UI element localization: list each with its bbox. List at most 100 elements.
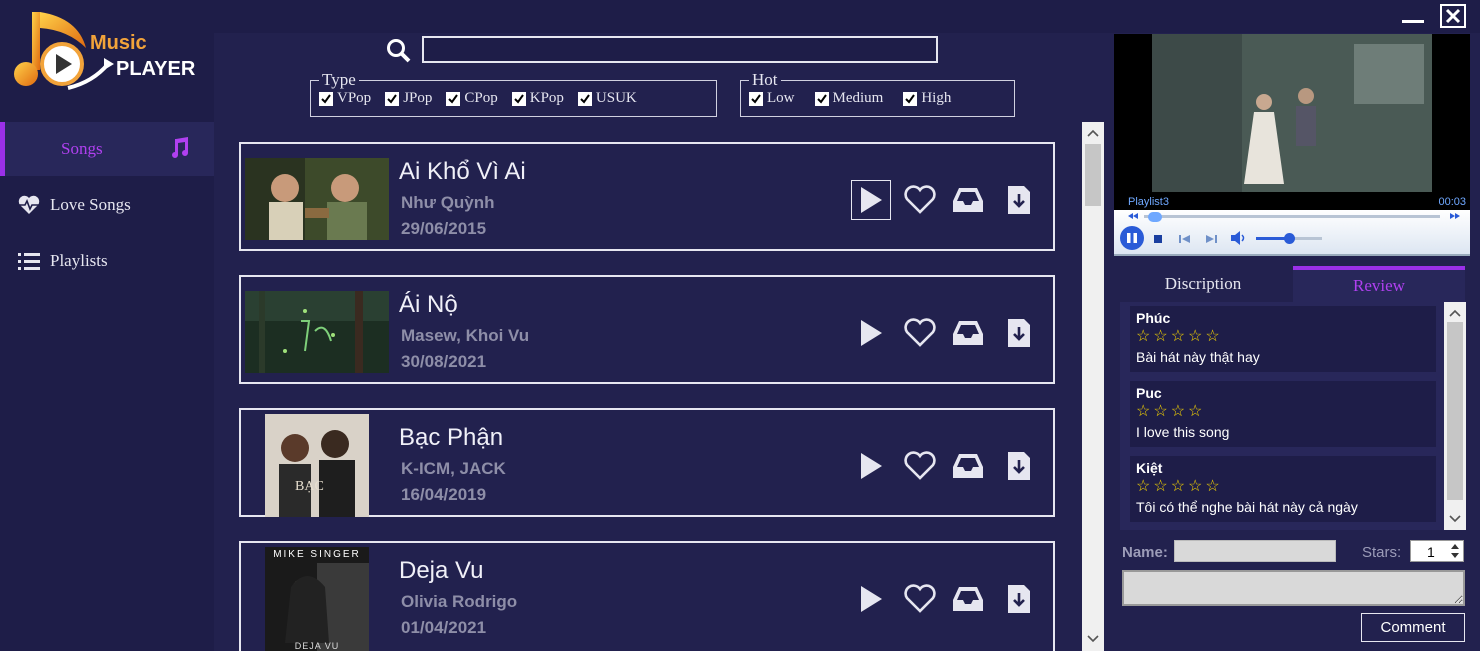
logo-text-music: Music	[90, 32, 147, 54]
song-card[interactable]: MIKE SINGER DEJA VU Deja Vu Olivia Rodri…	[239, 541, 1055, 651]
volume-button[interactable]	[1230, 230, 1248, 251]
song-card[interactable]: Ai Khổ Vì Ai Như Quỳnh 29/06/2015	[239, 142, 1055, 251]
close-button[interactable]	[1440, 4, 1466, 28]
heart-icon	[904, 451, 936, 480]
sidebar-item-love-songs[interactable]: Love Songs	[0, 178, 214, 232]
next-button[interactable]	[1204, 232, 1218, 250]
checkbox-usuk[interactable]: USUK	[577, 90, 637, 107]
favorite-button[interactable]	[900, 446, 940, 486]
song-list-scrollbar[interactable]	[1082, 122, 1104, 651]
heart-pulse-icon	[18, 195, 40, 215]
pause-button[interactable]	[1120, 226, 1144, 250]
comment-input[interactable]	[1122, 570, 1465, 606]
review-item: Kiệt ☆☆☆☆☆ Tôi có thể nghe bài hát này c…	[1130, 456, 1436, 522]
tab-label: Discription	[1164, 274, 1242, 293]
title-bar	[214, 0, 1480, 33]
download-button[interactable]	[999, 579, 1039, 619]
review-comment: Tôi có thể nghe bài hát này cả ngày	[1136, 499, 1358, 515]
checkbox-vpop[interactable]: VPop	[319, 90, 371, 107]
tab-label: Review	[1353, 276, 1405, 295]
sidebar-item-label: Love Songs	[50, 195, 131, 214]
checkbox-label: Medium	[832, 90, 884, 106]
checkbox-kpop[interactable]: KPop	[511, 90, 564, 107]
play-button[interactable]	[851, 446, 891, 486]
stop-icon	[1154, 235, 1162, 243]
tab-review[interactable]: Review	[1293, 266, 1465, 302]
check-icon	[749, 91, 763, 106]
spinner-arrows-icon[interactable]	[1448, 541, 1462, 561]
logo-text-player: PLAYER	[116, 58, 196, 80]
hot-filter-group: Hot Low Medium High	[740, 70, 1015, 117]
sidebar-item-label: Songs	[61, 139, 103, 158]
download-button[interactable]	[999, 180, 1039, 220]
stars-stepper[interactable]: 1	[1410, 540, 1464, 562]
review-list-scrollbar[interactable]	[1444, 302, 1466, 530]
seek-slider[interactable]	[1148, 212, 1162, 222]
checkbox-low[interactable]: Low	[749, 90, 795, 107]
sidebar-item-songs[interactable]: Songs	[0, 122, 214, 176]
inbox-icon	[953, 454, 983, 478]
add-to-playlist-button[interactable]	[948, 313, 988, 353]
music-note-icon	[167, 136, 191, 165]
favorite-button[interactable]	[900, 180, 940, 220]
checkbox-medium[interactable]: Medium	[814, 90, 884, 107]
pause-icon	[1127, 233, 1137, 243]
search-input[interactable]	[422, 36, 938, 63]
check-icon	[577, 91, 592, 106]
review-stars: ☆☆☆☆	[1136, 403, 1206, 420]
song-title: Deja Vu	[399, 557, 484, 584]
playlist-name: Playlist3	[1128, 196, 1169, 208]
song-card[interactable]: Ái Nộ Masew, Khoi Vu 30/08/2021	[239, 275, 1055, 384]
play-button[interactable]	[851, 180, 891, 220]
heart-icon	[904, 584, 936, 613]
type-filter-group: Type VPop JPop CPop KPop USUK	[310, 70, 717, 117]
song-thumbnail	[245, 291, 389, 373]
checkbox-label: KPop	[529, 90, 564, 106]
volume-knob[interactable]	[1284, 233, 1295, 244]
name-input[interactable]	[1174, 540, 1336, 562]
review-item: Puc ☆☆☆☆ I love this song	[1130, 381, 1436, 447]
checkbox-label: CPop	[464, 90, 498, 106]
checkbox-label: High	[921, 90, 952, 106]
minimize-button[interactable]	[1400, 4, 1426, 28]
play-button[interactable]	[851, 579, 891, 619]
checkbox-cpop[interactable]: CPop	[446, 90, 498, 107]
song-title: Bạc Phận	[399, 424, 504, 451]
add-to-playlist-button[interactable]	[948, 446, 988, 486]
comment-button[interactable]: Comment	[1361, 613, 1465, 642]
play-button[interactable]	[851, 313, 891, 353]
favorite-button[interactable]	[900, 313, 940, 353]
review-comment: Bài hát này thật hay	[1136, 349, 1260, 365]
download-icon	[1008, 452, 1030, 480]
checkbox-label: Low	[767, 90, 795, 106]
add-to-playlist-button[interactable]	[948, 579, 988, 619]
add-to-playlist-button[interactable]	[948, 180, 988, 220]
stop-button[interactable]	[1152, 232, 1164, 250]
cover-text: DEJA VU	[294, 641, 340, 651]
song-artist: K-ICM, JACK	[401, 459, 506, 478]
checkbox-jpop[interactable]: JPop	[385, 90, 432, 107]
player-controls	[1114, 210, 1470, 256]
download-button[interactable]	[999, 446, 1039, 486]
checkbox-high[interactable]: High	[903, 90, 951, 107]
check-icon	[511, 91, 526, 106]
reviewer-name: Puc	[1136, 385, 1162, 401]
list-icon	[18, 251, 40, 271]
search-icon[interactable]	[386, 38, 412, 69]
check-icon	[903, 91, 918, 106]
tab-description[interactable]: Discription	[1120, 266, 1286, 302]
sidebar-item-label: Playlists	[50, 251, 108, 270]
download-icon	[1008, 186, 1030, 214]
checkbox-label: VPop	[337, 90, 372, 106]
review-stars: ☆☆☆☆☆	[1136, 478, 1223, 495]
check-icon	[385, 91, 400, 106]
volume-slider[interactable]	[1256, 233, 1322, 244]
video-player[interactable]: Playlist3 00:03	[1114, 34, 1470, 212]
reviewer-name: Kiệt	[1136, 460, 1163, 476]
download-button[interactable]	[999, 313, 1039, 353]
sidebar-item-playlists[interactable]: Playlists	[0, 234, 214, 288]
favorite-button[interactable]	[900, 579, 940, 619]
song-card[interactable]: BẠC Bạc Phận K-ICM, JACK 16/04/2019	[239, 408, 1055, 517]
skip-forward-icon	[1206, 235, 1217, 243]
previous-button[interactable]	[1178, 232, 1192, 250]
